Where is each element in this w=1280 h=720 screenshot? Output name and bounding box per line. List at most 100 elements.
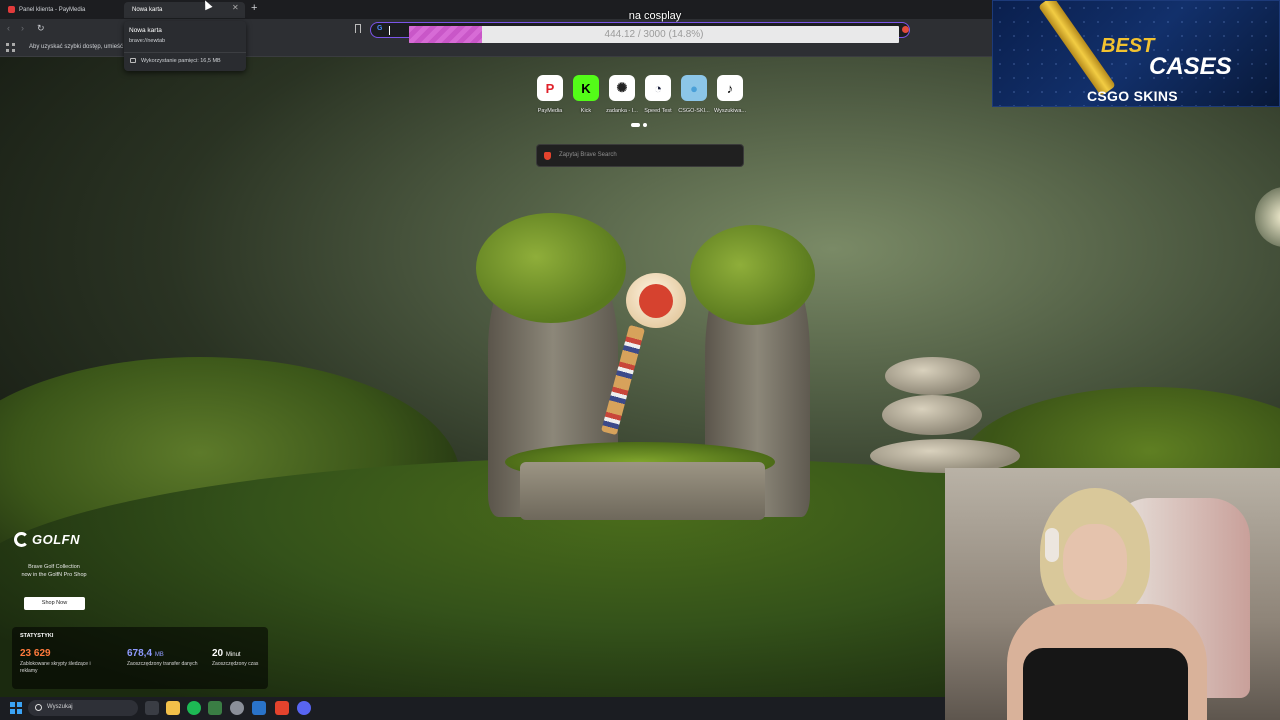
golfn-logo[interactable]: GOLFN (14, 532, 80, 547)
stat-trackers: 23 629 Zablokowane skrypty śledzące i re… (20, 648, 100, 674)
brave-search-icon (544, 152, 551, 160)
steam-icon[interactable] (252, 701, 266, 715)
stat-description: Zaoszczędzony czas (212, 661, 259, 667)
stat-unit: MB (154, 652, 164, 658)
promo-line-2: now in the GolfN Pro Shop (21, 572, 87, 578)
stat-unit: Minut (225, 652, 241, 658)
top-site-label: Wyszukiwa... (713, 108, 747, 114)
search-placeholder: Zapytaj Brave Search (559, 152, 617, 158)
top-site-label: PayMedia (537, 108, 563, 114)
tab-title: Nowa karta (132, 7, 163, 13)
hover-card-memory: Wykorzystanie pamięci: 16,5 MB (141, 58, 221, 64)
speedtest-icon: ◔ (645, 75, 671, 101)
hover-card-title: Nowa karta (129, 27, 162, 34)
top-site-tile[interactable]: ◔ Speed Test (641, 75, 675, 114)
streamer-top (1023, 648, 1188, 720)
golf-ball (626, 273, 686, 328)
stat-number: 678,4 (127, 648, 153, 659)
stat-number: 20 (212, 648, 224, 659)
top-sites: P PayMedia K Kick ✺ zadanka - I... ◔ Speed Test… (533, 75, 749, 117)
top-site-tile[interactable]: ● CSGO-SKI... (677, 75, 711, 114)
promo-line-1: Brave Golf Collection (28, 564, 80, 570)
top-site-label: Kick (580, 108, 592, 114)
stat-value: 23 629 (20, 648, 100, 659)
stat-value: 678,4 MB (127, 648, 207, 659)
top-site-tile[interactable]: ✺ zadanka - I... (605, 75, 639, 114)
search-icon (35, 704, 42, 711)
taskbar-search[interactable]: Wyszukaj (28, 700, 138, 716)
top-site-label: zadanka - I... (606, 108, 638, 114)
hover-card-url: brave://newtab (129, 38, 166, 44)
taskbar-search-text: Wyszukaj (47, 704, 73, 710)
csgoskins-icon: ● (681, 75, 707, 101)
windows-taskbar: Wyszukaj (0, 697, 945, 720)
stat-time: 20 Minut Zaoszczędzony czas (212, 648, 292, 668)
headphones (1045, 528, 1059, 562)
stats-widget[interactable]: STATYSTYKI 23 629 Zablokowane skrypty śl… (12, 627, 268, 689)
text-caret (389, 26, 390, 35)
file-explorer-icon[interactable] (166, 701, 180, 715)
top-site-label: Speed Test (644, 108, 672, 114)
stat-bandwidth: 678,4 MB Zaoszczędzony transfer danych (127, 648, 207, 668)
ad-word-best: BEST (1101, 35, 1155, 57)
top-site-tile[interactable]: K Kick (569, 75, 603, 114)
windows-start-icon[interactable] (10, 702, 22, 714)
ad-word-cases: CASES (1149, 53, 1232, 80)
moss-cap-right (690, 225, 815, 325)
task-view-icon[interactable] (145, 701, 159, 715)
tab-hover-card: Nowa karta brave://newtab Wykorzystanie … (124, 21, 246, 71)
discord-icon[interactable] (297, 701, 311, 715)
memory-icon (130, 58, 136, 63)
top-site-tile[interactable]: P PayMedia (533, 75, 567, 114)
tab-title: Panel klienta - PayMedia (19, 7, 86, 13)
goal-progress-text: 444.12 / 3000 (14.8%) (604, 29, 704, 40)
stat-value: 20 Minut (212, 648, 292, 659)
store-icon[interactable] (208, 701, 222, 715)
top-site-tile[interactable]: ♪ Wyszukiwa... (713, 75, 747, 114)
paymedia-icon: P (537, 75, 563, 101)
golfn-mark-icon (14, 532, 29, 547)
stat-description: Zaoszczędzony transfer danych (127, 661, 198, 667)
chatgpt-icon: ✺ (609, 75, 635, 101)
tab-paymedia[interactable]: Panel klienta - PayMedia (0, 2, 122, 18)
new-tab-button[interactable]: + (251, 2, 257, 14)
kick-icon: K (573, 75, 599, 101)
webcam-feed (945, 468, 1280, 720)
pager-dot-active[interactable] (631, 123, 640, 127)
pager-dot[interactable] (643, 123, 647, 127)
divider (124, 52, 246, 53)
brave-browser-icon[interactable] (275, 701, 289, 715)
brave-lion-icon (639, 283, 673, 318)
pebble (882, 395, 982, 435)
stats-title: STATYSTYKI (20, 633, 54, 639)
spotify-icon[interactable] (187, 701, 201, 715)
paymedia-favicon-icon (8, 5, 15, 13)
streamer-face (1063, 524, 1127, 600)
close-tab-icon[interactable]: ✕ (232, 3, 239, 12)
back-arrow-icon[interactable]: ‹ (7, 23, 10, 33)
brave-shields-icon[interactable] (902, 26, 909, 33)
light-glow (1255, 187, 1280, 247)
brave-search-input[interactable]: Zapytaj Brave Search (536, 144, 744, 167)
bookmark-icon[interactable] (355, 24, 361, 33)
goal-title: na cosplay (628, 10, 682, 22)
reload-icon[interactable]: ↻ (37, 23, 45, 34)
pebble (885, 357, 980, 395)
ad-brand: CSGO SKINS (1087, 88, 1178, 104)
bookmarks-hint: Aby uzyskać szybki dostęp, umieść (29, 44, 124, 50)
apps-grid-icon[interactable] (6, 43, 15, 52)
google-icon: G (377, 25, 383, 32)
forward-arrow-icon[interactable]: › (21, 23, 24, 33)
top-sites-pager (631, 123, 647, 127)
obs-icon[interactable] (230, 701, 244, 715)
stat-number: 23 629 (20, 648, 51, 659)
top-site-label: CSGO-SKI... (678, 108, 710, 114)
shop-now-button[interactable]: Shop Now (24, 597, 85, 610)
stone-pedestal (520, 462, 765, 520)
goal-progress-bar: 444.12 / 3000 (14.8%) (409, 26, 899, 43)
tiktok-icon: ♪ (717, 75, 743, 101)
tab-new-tab[interactable]: Nowa karta (124, 2, 245, 18)
moss-cap-left (476, 213, 626, 323)
stat-description: Zablokowane skrypty śledzące i reklamy (20, 661, 91, 674)
csgoskins-ad-banner: BEST CASES CSGO SKINS (992, 0, 1280, 107)
